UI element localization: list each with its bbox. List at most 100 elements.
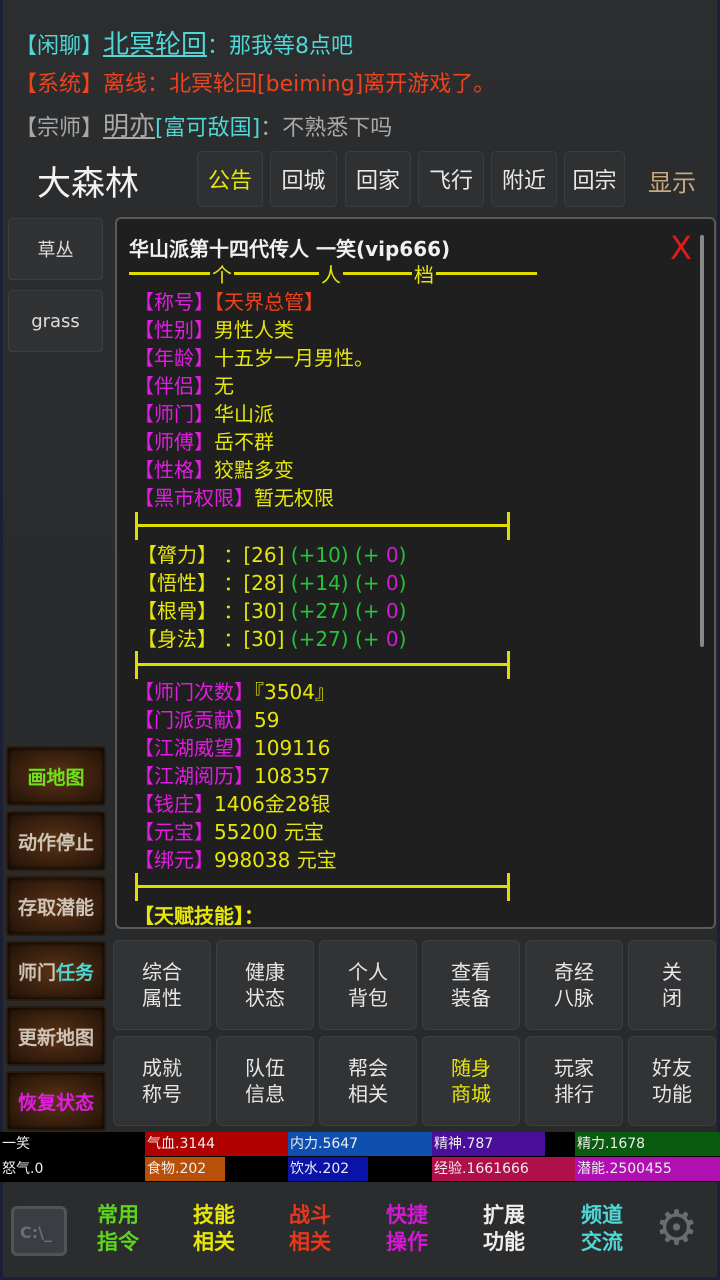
divider-end <box>507 873 510 901</box>
stop-action-button[interactable]: 动作停止 <box>6 811 106 871</box>
stat-key: 【元宝】 <box>134 820 214 844</box>
nav-skills[interactable]: 技能 相关 <box>179 1202 249 1256</box>
chat-channel: 【宗师】 <box>15 116 104 141</box>
chat-line: 【系统】离线：北冥轮回[beiming]离开游戏了。 <box>15 66 495 98</box>
update-map-button[interactable]: 更新地图 <box>6 1006 106 1066</box>
return-sect-button[interactable]: 回宗 <box>564 151 625 207</box>
nav-common-commands[interactable]: 常用 指令 <box>83 1202 153 1256</box>
close-panel-button[interactable]: 关 闭 <box>628 940 716 1030</box>
overall-attributes-button[interactable]: 综合 属性 <box>113 940 211 1030</box>
attr-base: ：[26] <box>223 543 285 567</box>
return-city-button[interactable]: 回城 <box>270 151 337 207</box>
divider <box>135 524 510 527</box>
shop-button[interactable]: 随身 商城 <box>422 1036 520 1126</box>
location-name: 大森林 <box>37 164 139 204</box>
stat-key: 【江湖阅历】 <box>134 764 254 788</box>
attr-row: 【身法】 ：[30] (+27) (+ 0) <box>137 627 407 651</box>
player-name-link[interactable]: 北冥轮回 <box>103 30 207 60</box>
stat-value: 109116 <box>254 736 331 760</box>
attr-key: 【悟性】 <box>137 571 217 595</box>
scrollbar[interactable] <box>700 235 704 647</box>
go-home-button[interactable]: 回家 <box>345 151 411 207</box>
info-row: 【性格】狡黠多变 <box>134 457 294 483</box>
stat-row: 【元宝】55200 元宝 <box>134 819 324 845</box>
stat-value: 『3504』 <box>254 680 335 704</box>
exp-bar: 经验.1661666 <box>432 1157 575 1181</box>
close-icon[interactable]: X <box>670 229 692 267</box>
potential-bar: 潜能.2500455 <box>575 1157 720 1181</box>
attr-key: 【根骨】 <box>137 599 217 623</box>
stat-value: 1406金28银 <box>214 792 331 816</box>
stat-row: 【门派贡献】59 <box>134 707 279 733</box>
chat-message: 离线：北冥轮回[beiming]离开游戏了。 <box>103 72 496 97</box>
player-title-tag: [富可敌国] <box>155 116 261 141</box>
equipment-button[interactable]: 查看 装备 <box>422 940 520 1030</box>
attr-row: 【膂力】 ：[26] (+10) (+ 0) <box>137 543 407 567</box>
achievements-button[interactable]: 成就 称号 <box>113 1036 211 1126</box>
nearby-button[interactable]: 附近 <box>491 151 557 207</box>
attr-extra: 0 <box>385 571 399 595</box>
friends-button[interactable]: 好友 功能 <box>628 1036 716 1126</box>
attr-bonus: (+14) <box>290 571 349 595</box>
info-row: 【黑市权限】暂无权限 <box>134 485 334 511</box>
draw-map-button[interactable]: 画地图 <box>6 746 106 806</box>
chat-channel: 【闲聊】 <box>15 34 104 59</box>
info-key: 【性格】 <box>134 458 214 482</box>
spirit-bar: 精神.787 <box>432 1132 545 1156</box>
attr-bonus: (+27) <box>290 627 349 651</box>
stat-key: 【师门次数】 <box>134 680 254 704</box>
info-key: 【年龄】 <box>134 346 214 370</box>
info-value: 华山派 <box>214 402 274 426</box>
info-value: 岳不群 <box>214 430 274 454</box>
meridians-button[interactable]: 奇经 八脉 <box>525 940 623 1030</box>
room-item-grass[interactable]: grass <box>8 290 103 352</box>
info-key: 【伴侣】 <box>134 374 214 398</box>
rage-bar: 怒气.0 <box>2 1161 44 1177</box>
player-name-link[interactable]: 明亦 <box>103 112 155 142</box>
info-value: 暂无权限 <box>254 486 334 510</box>
divider <box>135 885 510 888</box>
info-key: 【黑市权限】 <box>134 486 254 510</box>
info-row: 【性别】男性人类 <box>134 317 294 343</box>
attr-extra: 0 <box>385 599 399 623</box>
ranking-button[interactable]: 玩家 排行 <box>525 1036 623 1126</box>
backpack-button[interactable]: 个人 背包 <box>319 940 417 1030</box>
divider <box>135 663 510 666</box>
stat-row: 【江湖威望】109116 <box>134 735 330 761</box>
stat-key: 【钱庄】 <box>134 792 214 816</box>
stat-row: 【师门次数】『3504』 <box>134 679 335 705</box>
chat-channel: 【系统】 <box>15 72 104 97</box>
water-bar: 饮水.202 <box>288 1157 368 1181</box>
announcement-button[interactable]: 公告 <box>197 151 263 207</box>
store-potential-button[interactable]: 存取潜能 <box>6 876 106 936</box>
guild-button[interactable]: 帮会 相关 <box>319 1036 417 1126</box>
nav-combat[interactable]: 战斗 相关 <box>275 1202 345 1256</box>
room-item-grass-cn[interactable]: 草丛 <box>8 218 103 280</box>
info-row: 【伴侣】无 <box>134 373 234 399</box>
profile-panel: 华山派第十四代传人 一笑(vip666) X 个 人 档 【称号】【天界总管】 … <box>115 217 716 929</box>
info-row: 【师门】华山派 <box>134 401 274 427</box>
header-char: 档 <box>412 259 436 288</box>
info-value: 男性人类 <box>214 318 294 342</box>
sect-quest-button[interactable]: 师门任务 <box>6 941 106 1001</box>
chat-message: ：那我等8点吧 <box>207 34 354 59</box>
display-toggle[interactable]: 显示 <box>648 163 696 198</box>
console-icon[interactable]: C:\_ <box>11 1206 67 1256</box>
attr-bonus: (+27) <box>290 599 349 623</box>
info-row: 【师傅】岳不群 <box>134 429 274 455</box>
fly-button[interactable]: 飞行 <box>418 151 484 207</box>
chat-message: ：不熟悉下吗 <box>260 116 393 141</box>
restore-status-button[interactable]: 恢复状态 <box>6 1071 106 1131</box>
stat-value: 59 <box>254 708 280 732</box>
info-key: 【师傅】 <box>134 430 214 454</box>
nav-channels[interactable]: 频道 交流 <box>567 1202 637 1256</box>
stat-row: 【钱庄】1406金28银 <box>134 791 330 817</box>
energy-bar: 精力.1678 <box>575 1132 720 1156</box>
nav-quick-actions[interactable]: 快捷 操作 <box>372 1202 442 1256</box>
health-status-button[interactable]: 健康 状态 <box>216 940 314 1030</box>
team-info-button[interactable]: 队伍 信息 <box>216 1036 314 1126</box>
divider-end <box>507 512 510 540</box>
nav-extensions[interactable]: 扩展 功能 <box>469 1202 539 1256</box>
settings-gear-icon[interactable]: ⚙ <box>655 1204 698 1252</box>
info-value: 【天界总管】 <box>214 290 324 314</box>
